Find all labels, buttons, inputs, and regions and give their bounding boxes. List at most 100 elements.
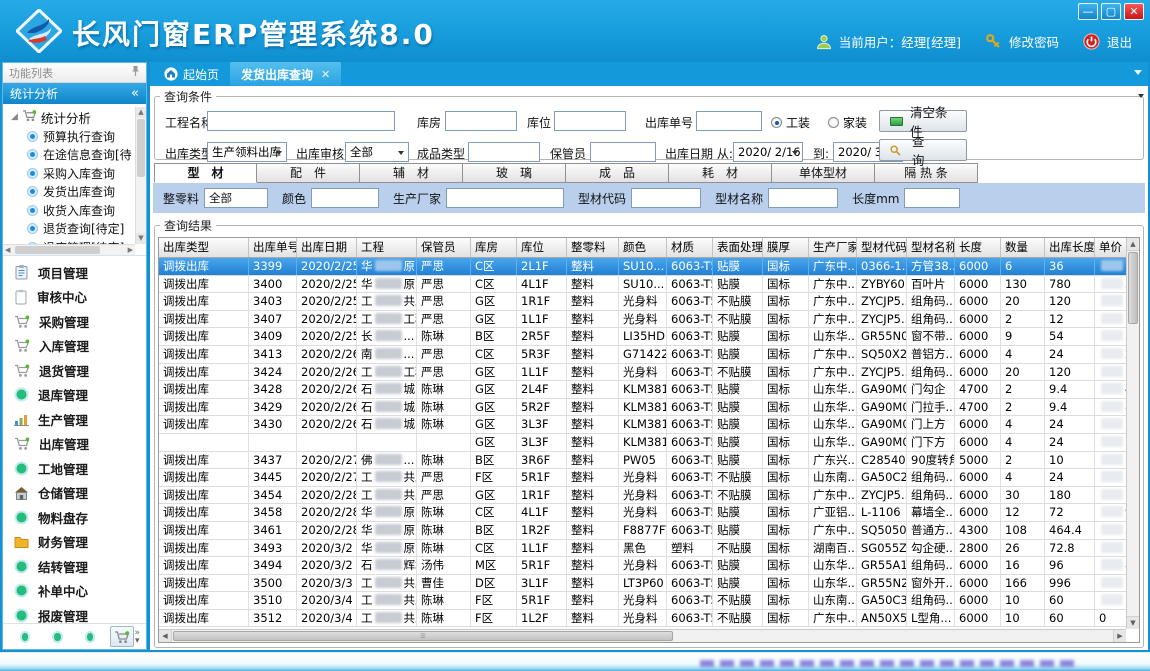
table-row[interactable]: 调拨出库34372020/2/27佛...陈琳B区3R6F整料PW056063-…	[159, 452, 1126, 470]
date-from-select[interactable]: 2020/ 2/16	[733, 142, 803, 162]
tree-item[interactable]: 采购入库查询	[3, 164, 146, 183]
table-row[interactable]: 调拨出库34302020/2/26石城陈琳G区3L3F整料KLM38176063…	[159, 416, 1126, 434]
sidebar-item-出库管理[interactable]: 出库管理	[3, 432, 146, 457]
material-tab-辅材[interactable]: 辅 材	[360, 163, 463, 183]
material-tab-成品[interactable]: 成 品	[566, 163, 669, 183]
scroll-right-icon[interactable]: ▶	[1113, 630, 1126, 643]
table-row[interactable]: 调拨出库34932020/3/2华原...陈琳C区1L1F整料黑色塑料不贴膜国标…	[159, 540, 1126, 558]
table-row[interactable]: 调拨出库34582020/2/28华原...陈琳C区4L1F整料光身料6063-…	[159, 504, 1126, 522]
sidebar-item-物料盘存[interactable]: 物料盘存	[3, 505, 146, 530]
order-no-input[interactable]	[696, 111, 762, 131]
tab-起始页[interactable]: 起始页	[153, 62, 230, 86]
overflow-chevron-icon[interactable]: »▾	[134, 629, 140, 645]
collapse-icon[interactable]: «	[131, 86, 139, 101]
section-header-stats[interactable]: 统计分析 «	[3, 83, 146, 104]
table-row[interactable]: 调拨出库34092020/2/25长...陈琳B区2R5F整料LI35HD606…	[159, 328, 1126, 346]
module-dot-icon[interactable]	[52, 631, 62, 643]
sidebar-item-采购管理[interactable]: 采购管理	[3, 309, 146, 334]
grid-header-cell[interactable]: 保管员	[417, 238, 471, 257]
table-row[interactable]: 调拨出库35102020/3/4工共工程陈琳F区5R1F整料光身料6063-T5…	[159, 592, 1126, 610]
product-type-input[interactable]	[468, 142, 540, 162]
tree-item[interactable]: 在途信息查询[待	[3, 146, 146, 165]
grid-header-cell[interactable]: 库房	[471, 238, 517, 257]
sidebar-item-财务管理[interactable]: 财务管理	[3, 530, 146, 555]
cart-module-button[interactable]	[110, 626, 134, 647]
logout-link[interactable]: 退出	[1107, 32, 1132, 51]
table-row[interactable]: 调拨出库34032020/2/25工共工程严思G区1R1F整料光身料6063-T…	[159, 293, 1126, 311]
whole-part-select[interactable]: 全部	[204, 188, 268, 208]
tree-hscroll-thumb[interactable]	[15, 246, 100, 254]
radio-icon[interactable]	[771, 117, 782, 128]
project-name-input[interactable]	[207, 111, 395, 131]
table-row[interactable]: 调拨出库35122020/3/4工共工程陈琳F区1L2F整料光身料6063-T5…	[159, 610, 1126, 628]
scroll-down-icon[interactable]: ▼	[136, 233, 146, 244]
tree-expander-icon[interactable]: ◢	[11, 112, 18, 122]
tree-scroll-thumb[interactable]	[137, 119, 145, 177]
grid-header-cell[interactable]: 型材名称	[907, 238, 955, 257]
material-tab-单体型材[interactable]: 单体型材	[772, 163, 875, 183]
sidebar-item-仓储管理[interactable]: 仓储管理	[3, 481, 146, 506]
tab-发货出库查询[interactable]: 发货出库查询✕	[230, 62, 341, 86]
material-tab-型材[interactable]: 型 材	[154, 163, 257, 183]
profile-code-input[interactable]	[631, 188, 701, 208]
tab-close-icon[interactable]: ✕	[321, 68, 330, 81]
grid-header-cell[interactable]: 出库日期	[297, 238, 357, 257]
tree-item[interactable]: 发货出库查询	[3, 183, 146, 202]
change-password-link[interactable]: 修改密码	[1009, 32, 1059, 51]
tree-item[interactable]: 退货查询[待定]	[3, 220, 146, 239]
material-tab-耗材[interactable]: 耗 材	[669, 163, 772, 183]
sidebar-item-生产管理[interactable]: 生产管理	[3, 407, 146, 432]
keeper-input[interactable]	[590, 142, 656, 162]
profile-name-input[interactable]	[768, 188, 838, 208]
close-button[interactable]: ✕	[1124, 3, 1144, 20]
grid-header-cell[interactable]: 型材代码	[857, 238, 907, 257]
grid-header-cell[interactable]: 工程	[357, 238, 417, 257]
sidebar-item-补单中心[interactable]: 补单中心	[3, 579, 146, 604]
table-row[interactable]: 调拨出库34132020/2/26南...严思C区5R3F整料G71422606…	[159, 346, 1126, 364]
grid-header-cell[interactable]: 表面处理	[713, 238, 763, 257]
radio-option-工装[interactable]: 工装	[771, 114, 810, 131]
scroll-up-icon[interactable]: ▲	[1127, 238, 1139, 251]
grid-header-cell[interactable]: 出库单号	[249, 238, 297, 257]
maker-input[interactable]	[446, 188, 564, 208]
warehouse-input[interactable]	[445, 111, 517, 131]
grid-header-cell[interactable]: 长度	[955, 238, 1001, 257]
sidebar-item-入库管理[interactable]: 入库管理	[3, 334, 146, 359]
grid-horizontal-scrollbar[interactable]: ◀ ▶	[159, 629, 1126, 642]
sidebar-item-结转管理[interactable]: 结转管理	[3, 554, 146, 579]
grid-header-cell[interactable]: 单价	[1095, 238, 1126, 257]
sidebar-item-工地管理[interactable]: 工地管理	[3, 456, 146, 481]
grid-header-cell[interactable]: 材质	[667, 238, 713, 257]
radio-icon[interactable]	[828, 117, 839, 128]
sidebar-item-退货管理[interactable]: 退货管理	[3, 358, 146, 383]
table-row[interactable]: 调拨出库35002020/3/3工共工程曹佳D区3L1F整料LT3P606063…	[159, 575, 1126, 593]
pin-icon[interactable]	[131, 65, 140, 80]
table-row[interactable]: 调拨出库34282020/2/26石城陈琳G区2L4F整料KLM38176063…	[159, 381, 1126, 399]
tree-item[interactable]: 预算执行查询	[3, 127, 146, 146]
scroll-left-icon[interactable]: ◀	[159, 630, 172, 643]
table-row[interactable]: 调拨出库34452020/2/27工共工程严思F区5R1F整料光身料6063-T…	[159, 469, 1126, 487]
scroll-right-icon[interactable]: ▶	[128, 245, 133, 256]
clear-conditions-button[interactable]: 清空条件	[879, 110, 967, 132]
grid-header-cell[interactable]: 数量	[1001, 238, 1045, 257]
out-type-select[interactable]: 生产领料出库	[207, 142, 287, 162]
sidebar-item-退库管理[interactable]: 退库管理	[3, 383, 146, 408]
grid-hscroll-thumb[interactable]	[173, 631, 673, 641]
grid-header-cell[interactable]: 整零料	[567, 238, 619, 257]
grid-header-cell[interactable]: 出库长度	[1045, 238, 1095, 257]
audit-select[interactable]: 全部	[345, 142, 409, 162]
color-input[interactable]	[311, 188, 379, 208]
grid-vertical-scrollbar[interactable]: ▲ ▼	[1126, 238, 1139, 629]
tree-horizontal-scrollbar[interactable]: ◀ ▶	[3, 244, 135, 255]
grid-header-cell[interactable]: 膜厚	[763, 238, 809, 257]
sidebar-item-项目管理[interactable]: 项目管理	[3, 260, 146, 285]
length-input[interactable]	[904, 188, 960, 208]
table-row[interactable]: 调拨出库34002020/2/25华原...严思C区4L1F整料SU10...6…	[159, 276, 1126, 294]
tree-root-stats[interactable]: ◢ 统计分析	[3, 107, 146, 127]
sidebar-item-审核中心[interactable]: 审核中心	[3, 285, 146, 310]
material-tab-配件[interactable]: 配 件	[257, 163, 360, 183]
scroll-down-icon[interactable]: ▼	[1127, 616, 1139, 629]
grid-header-cell[interactable]: 出库类型	[159, 238, 249, 257]
material-tab-玻璃[interactable]: 玻 璃	[463, 163, 566, 183]
module-dot-icon[interactable]	[20, 631, 30, 643]
